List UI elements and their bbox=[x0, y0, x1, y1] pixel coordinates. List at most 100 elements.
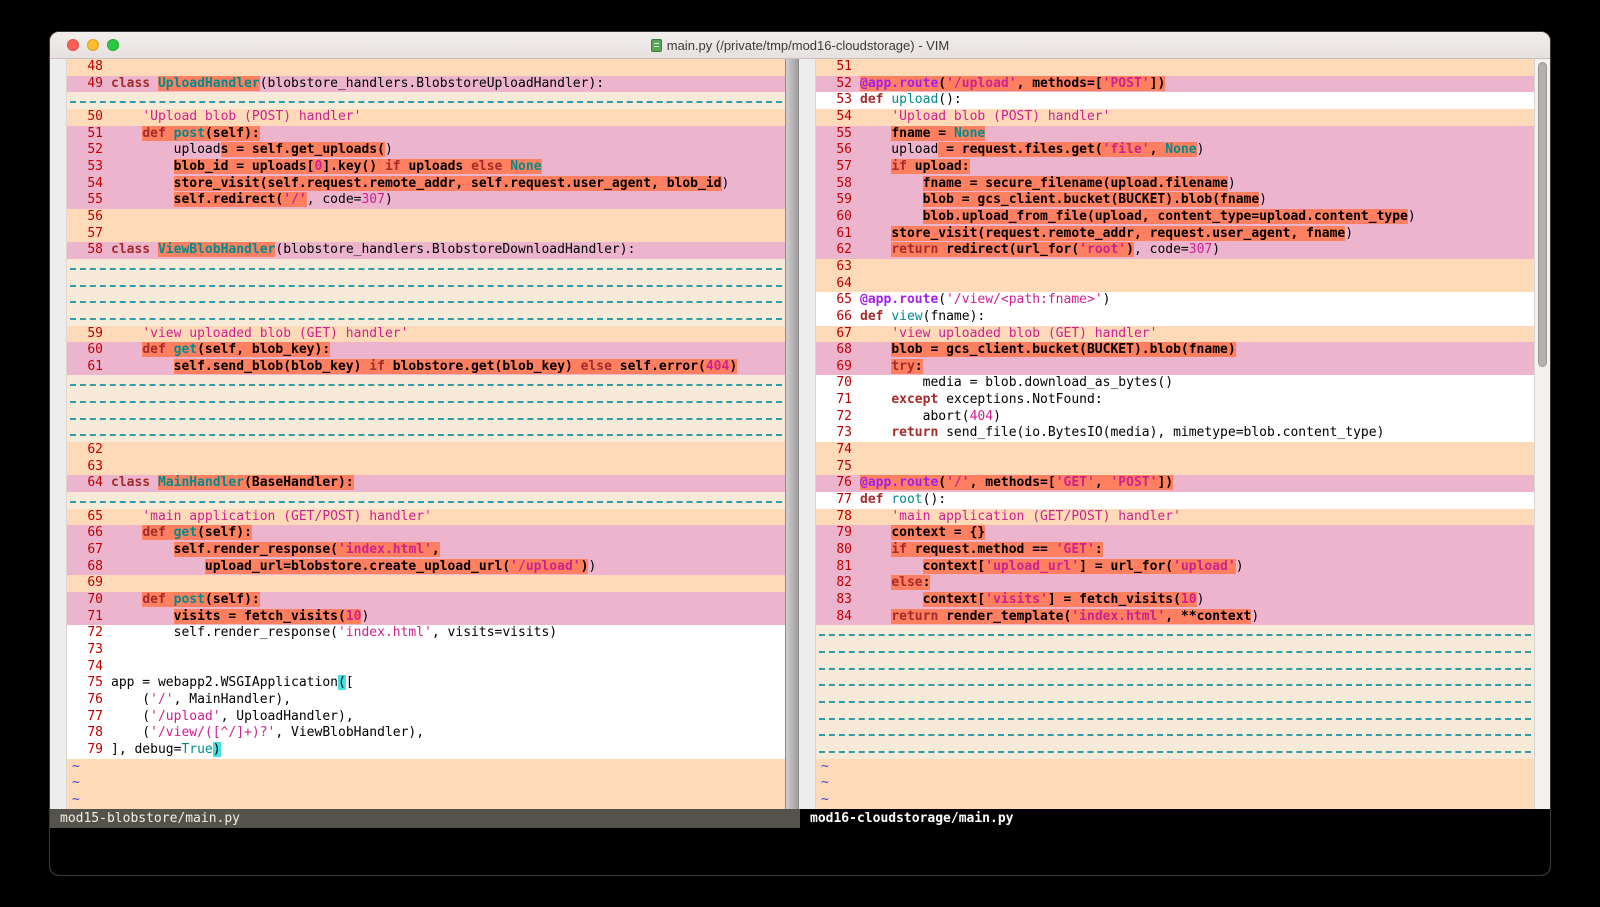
line-number: 74 bbox=[816, 442, 860, 459]
code-text: store_visit(request.remote_addr, request… bbox=[860, 226, 1534, 243]
filler-dashes bbox=[70, 409, 782, 420]
diff-filler-line bbox=[816, 742, 1534, 759]
code-text: blob.upload_from_file(upload, content_ty… bbox=[860, 209, 1534, 226]
code-line: 63 bbox=[67, 459, 785, 476]
line-number: 72 bbox=[67, 625, 111, 642]
code-text bbox=[860, 59, 1534, 76]
code-text: 'view uploaded blob (GET) handler' bbox=[111, 326, 785, 343]
filler-dashes bbox=[70, 276, 782, 287]
code-line: 71 visits = fetch_visits(10) bbox=[67, 609, 785, 626]
code-line: 64class MainHandler(BaseHandler): bbox=[67, 475, 785, 492]
line-number: 69 bbox=[816, 359, 860, 376]
diff-filler-line bbox=[816, 642, 1534, 659]
line-number: 73 bbox=[67, 642, 111, 659]
filler-dashes bbox=[819, 742, 1531, 753]
diff-filler-line bbox=[67, 92, 785, 109]
titlebar[interactable]: main.py (/private/tmp/mod16-cloudstorage… bbox=[50, 32, 1550, 59]
filler-dashes bbox=[70, 309, 782, 320]
scrollbar-thumb[interactable] bbox=[1538, 62, 1547, 367]
code-line: 50 'Upload blob (POST) handler' bbox=[67, 109, 785, 126]
code-text: def post(self): bbox=[111, 592, 785, 609]
code-text: @app.route('/upload', methods=['POST']) bbox=[860, 76, 1534, 93]
code-line: 61 store_visit(request.remote_addr, requ… bbox=[816, 226, 1534, 243]
line-number: 57 bbox=[816, 159, 860, 176]
code-line: 59 blob = gcs_client.bucket(BUCKET).blob… bbox=[816, 192, 1534, 209]
code-line: 60 def get(self, blob_key): bbox=[67, 342, 785, 359]
code-text: except exceptions.NotFound: bbox=[860, 392, 1534, 409]
tilde-marker: ~ bbox=[816, 759, 829, 776]
code-text: ('/view/([^/]+)?', ViewBlobHandler), bbox=[111, 725, 785, 742]
filler-dashes bbox=[70, 392, 782, 403]
line-number: 65 bbox=[816, 292, 860, 309]
code-line: 69 try: bbox=[816, 359, 1534, 376]
line-number: 76 bbox=[816, 475, 860, 492]
code-line: 66 def get(self): bbox=[67, 525, 785, 542]
code-text bbox=[860, 259, 1534, 276]
line-number: 73 bbox=[816, 425, 860, 442]
tilde-line: ~ bbox=[67, 759, 785, 776]
line-number: 51 bbox=[816, 59, 860, 76]
tilde-line: ~ bbox=[67, 775, 785, 792]
code-text: else: bbox=[860, 575, 1534, 592]
diff-filler-line bbox=[816, 725, 1534, 742]
code-line: 74 bbox=[816, 442, 1534, 459]
diff-filler-line bbox=[67, 309, 785, 326]
filler-dashes bbox=[819, 625, 1531, 636]
code-text: return redirect(url_for('root'), code=30… bbox=[860, 242, 1534, 259]
filler-dashes bbox=[819, 642, 1531, 653]
filler-dashes bbox=[819, 675, 1531, 686]
code-text bbox=[111, 209, 785, 226]
code-line: 66def view(fname): bbox=[816, 309, 1534, 326]
code-line: 77def root(): bbox=[816, 492, 1534, 509]
code-text: ('/upload', UploadHandler), bbox=[111, 709, 785, 726]
line-number: 66 bbox=[816, 309, 860, 326]
code-text: if request.method == 'GET': bbox=[860, 542, 1534, 559]
line-number: 52 bbox=[816, 76, 860, 93]
right-pane[interactable]: 5152@app.route('/upload', methods=['POST… bbox=[816, 59, 1534, 809]
diff-filler-line bbox=[816, 709, 1534, 726]
line-number: 54 bbox=[67, 176, 111, 193]
statusline-right: mod16-cloudstorage/main.py bbox=[800, 809, 1550, 828]
statusline-right-label: mod16-cloudstorage/main.py bbox=[810, 811, 1014, 826]
code-text bbox=[111, 575, 785, 592]
code-text: @app.route('/view/<path:fname>') bbox=[860, 292, 1534, 309]
line-number: 62 bbox=[67, 442, 111, 459]
line-number: 72 bbox=[816, 409, 860, 426]
left-pane[interactable]: 4849class UploadHandler(blobstore_handle… bbox=[67, 59, 785, 809]
line-number: 71 bbox=[67, 609, 111, 626]
line-number: 77 bbox=[816, 492, 860, 509]
code-text: blob_id = uploads[0].key() if uploads el… bbox=[111, 159, 785, 176]
line-number: 70 bbox=[67, 592, 111, 609]
code-line: 51 bbox=[816, 59, 1534, 76]
tilde-line: ~ bbox=[816, 775, 1534, 792]
code-text: blob = gcs_client.bucket(BUCKET).blob(fn… bbox=[860, 192, 1534, 209]
code-line: 76 ('/', MainHandler), bbox=[67, 692, 785, 709]
line-number: 81 bbox=[816, 559, 860, 576]
code-text: 'view uploaded blob (GET) handler' bbox=[860, 326, 1534, 343]
code-text bbox=[111, 659, 785, 676]
code-line: 74 bbox=[67, 659, 785, 676]
filler-dashes bbox=[70, 375, 782, 386]
code-line: 58 fname = secure_filename(upload.filena… bbox=[816, 176, 1534, 193]
code-line: 68 blob = gcs_client.bucket(BUCKET).blob… bbox=[816, 342, 1534, 359]
line-number: 69 bbox=[67, 575, 111, 592]
code-text: media = blob.download_as_bytes() bbox=[860, 375, 1534, 392]
tilde-marker: ~ bbox=[816, 775, 829, 792]
right-fold-column bbox=[799, 59, 816, 809]
code-line: 83 context['visits'] = fetch_visits(10) bbox=[816, 592, 1534, 609]
scrollbar[interactable] bbox=[1534, 59, 1550, 809]
line-number: 58 bbox=[67, 242, 111, 259]
code-line: 73 return send_file(io.BytesIO(media), m… bbox=[816, 425, 1534, 442]
code-text: class MainHandler(BaseHandler): bbox=[111, 475, 785, 492]
line-number: 48 bbox=[67, 59, 111, 76]
code-text: store_visit(self.request.remote_addr, se… bbox=[111, 176, 785, 193]
code-text: 'main application (GET/POST) handler' bbox=[860, 509, 1534, 526]
window-title-wrap: main.py (/private/tmp/mod16-cloudstorage… bbox=[50, 38, 1550, 53]
code-text: class UploadHandler(blobstore_handlers.B… bbox=[111, 76, 785, 93]
code-text: uploads = self.get_uploads() bbox=[111, 142, 785, 159]
line-number: 55 bbox=[816, 126, 860, 143]
line-number: 82 bbox=[816, 575, 860, 592]
window-split-divider[interactable] bbox=[785, 59, 799, 809]
diff-filler-line bbox=[67, 259, 785, 276]
diff-filler-line bbox=[67, 292, 785, 309]
